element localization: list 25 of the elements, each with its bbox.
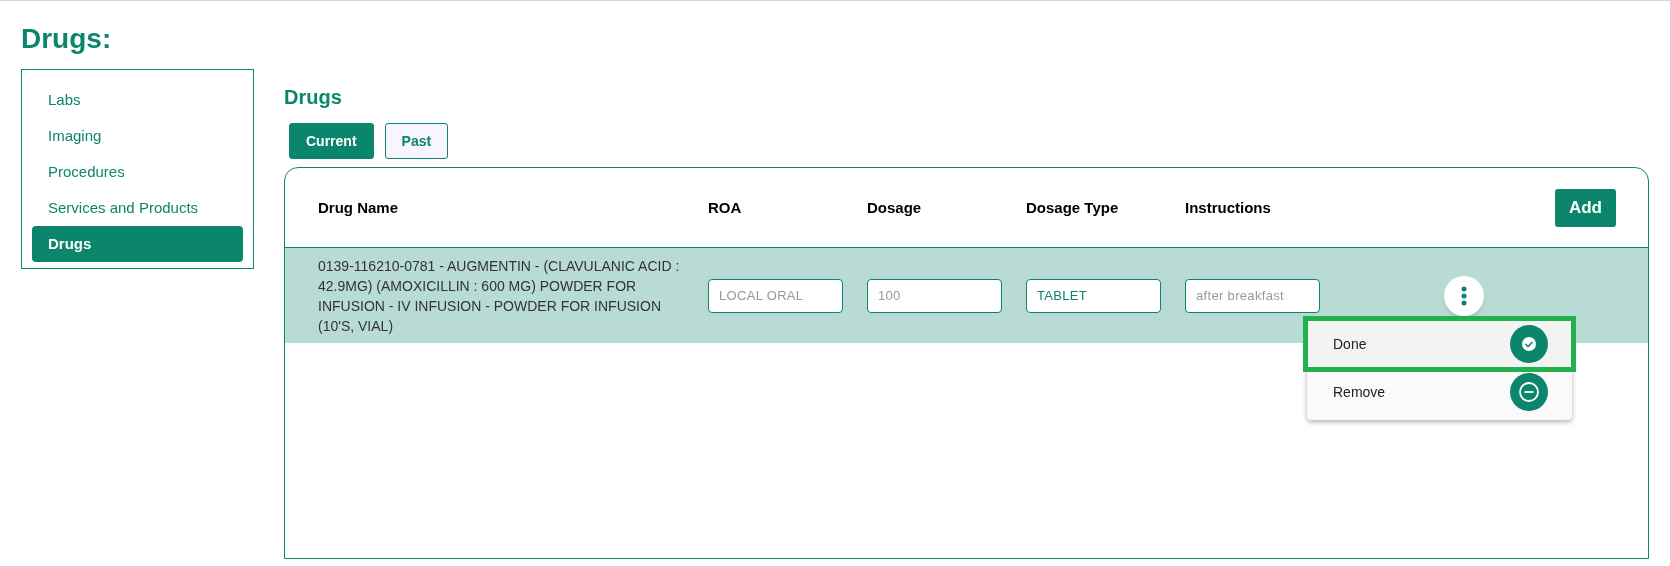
column-header: Instructions (1185, 198, 1271, 216)
sidebar-item[interactable]: Drugs (32, 226, 243, 262)
sidebar-item[interactable]: Procedures (32, 154, 243, 190)
sidebar-item[interactable]: Imaging (32, 118, 243, 154)
sidebar-item[interactable]: Services and Products (32, 190, 243, 226)
column-header: Dosage (867, 198, 922, 216)
column-header: ROA (708, 198, 742, 216)
add-button[interactable]: Add (1554, 188, 1616, 227)
more-button[interactable] (1444, 275, 1484, 316)
sidebar-item[interactable]: Labs (32, 82, 243, 118)
tab[interactable]: Past (384, 123, 449, 159)
minus-circle-icon (1510, 373, 1548, 411)
menu-item[interactable]: Remove (1307, 368, 1572, 416)
more-icon (1461, 285, 1467, 306)
input-field[interactable]: 100 (867, 278, 1002, 313)
drug-name: 0139-116210-0781 - AUGMENTIN - (CLAVULANIC ACID : 42.9MG) (AMOXICILLIN : 600 MG) POWDER FOR INFUSION - IV INFUSION - POWDER FOR INFUSION (10'S, VIAL) (318, 256, 681, 336)
section-title: Drugs (284, 85, 342, 110)
input-field[interactable]: LOCAL ORAL (708, 278, 843, 313)
tab[interactable]: Current (289, 123, 374, 159)
input-field[interactable]: TABLET (1026, 278, 1161, 313)
page-title: Drugs: (21, 22, 112, 56)
input-field[interactable]: after breakfast (1185, 278, 1320, 313)
column-header: Drug Name (318, 198, 399, 216)
check-icon (1510, 325, 1548, 363)
column-header: Dosage Type (1026, 198, 1119, 216)
